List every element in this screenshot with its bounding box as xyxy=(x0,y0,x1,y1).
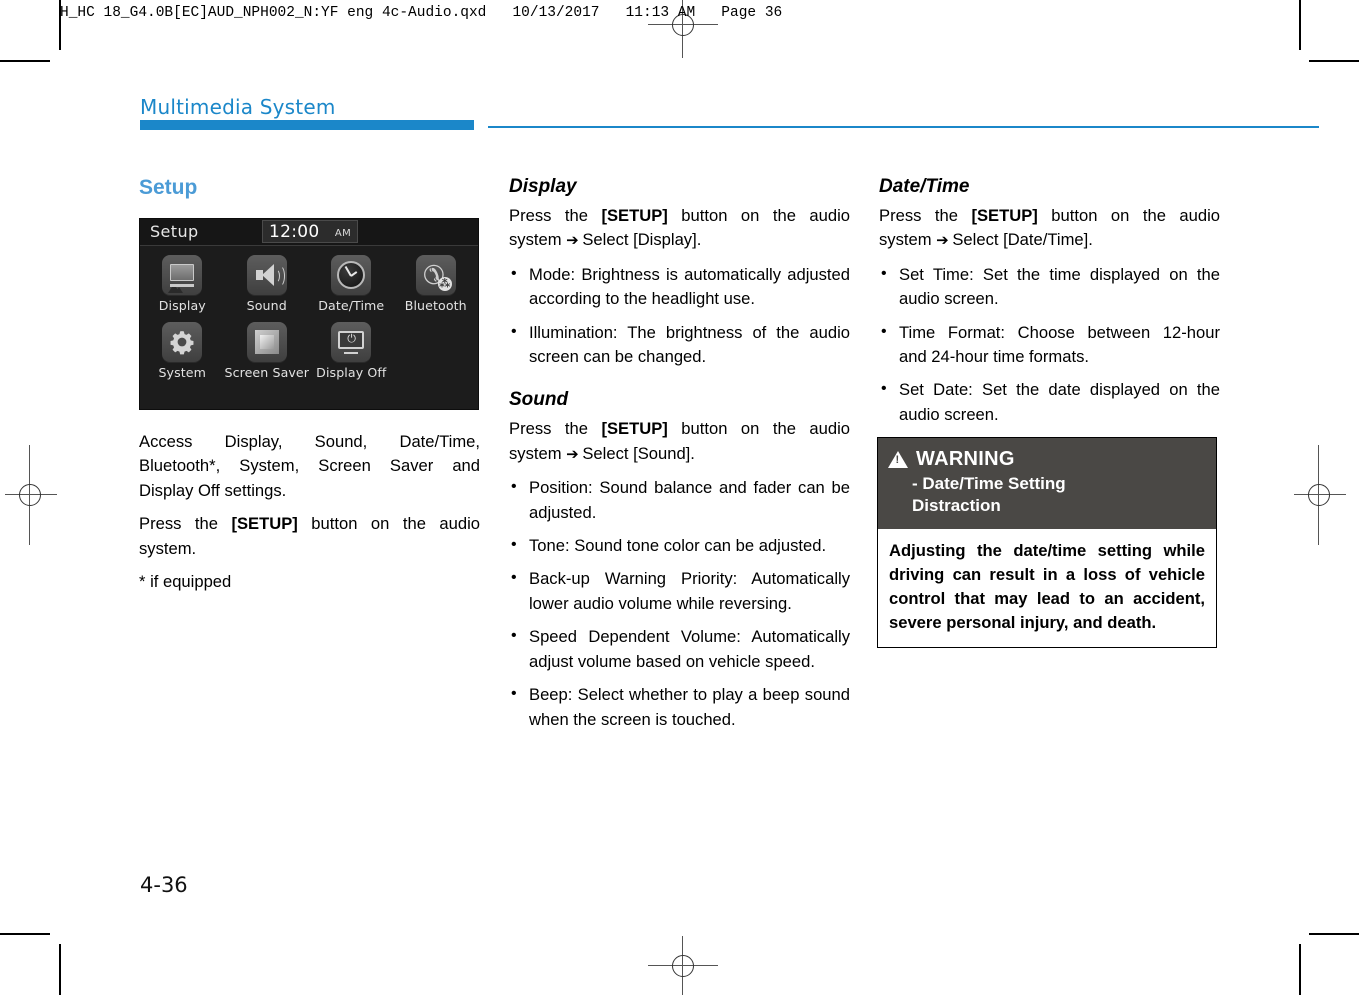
audio-setup-screen-figure: Setup 12:00 AM Display Sound Date/Time ✆… xyxy=(139,218,479,410)
screen-title: Setup xyxy=(150,222,199,241)
registration-mark-left xyxy=(5,445,65,545)
registration-mark-right xyxy=(1294,445,1354,545)
column-right: Date/Time Press the [SETUP] button on th… xyxy=(879,176,1220,436)
list-item: Set Time: Set the time displayed on the … xyxy=(879,262,1220,312)
page-number: 4-36 xyxy=(140,873,188,897)
screen-tile-label: Date/Time xyxy=(318,298,385,313)
display-press-paragraph: Press the [SETUP] button on the audio sy… xyxy=(509,204,850,254)
warning-subtitle: - Date/Time Setting Distraction xyxy=(888,473,1206,517)
screen-tile-label: Bluetooth xyxy=(404,298,467,313)
section-heading-sound: Sound xyxy=(509,389,569,411)
press-before: Press the xyxy=(509,419,602,439)
arrow-icon: ➔ xyxy=(566,445,579,463)
section-heading-datetime: Date/Time xyxy=(879,176,970,197)
list-item: Time Format: Choose between 12-hour and … xyxy=(879,320,1220,370)
warning-title: WARNING xyxy=(916,448,1015,470)
running-head-bar xyxy=(140,120,474,130)
sound-bullet-list: Position: Sound balance and fader can be… xyxy=(509,475,850,732)
screen-tile-label: Display xyxy=(158,298,206,313)
list-item: Back-up Warning Priority: Automatically … xyxy=(509,566,850,616)
screen-title-bar: Setup 12:00 AM xyxy=(140,219,478,246)
press-before: Press the xyxy=(879,206,972,225)
screen-tile-screen-saver[interactable]: Screen Saver xyxy=(224,313,309,380)
press-bold: [SETUP] xyxy=(971,206,1038,225)
gear-icon xyxy=(162,322,203,362)
press-tail: Select [Date/Time]. xyxy=(947,230,1093,250)
crop-mark-bottom-left-horizontal xyxy=(0,933,50,935)
list-item: Position: Sound balance and fader can be… xyxy=(509,475,850,525)
press-tail: Select [Display]. xyxy=(577,230,702,250)
warning-subtitle-line-2: Distraction xyxy=(912,496,1001,515)
screen-tile-row-1: Display Sound Date/Time ✆ ⁂ Bluetooth xyxy=(140,246,478,313)
list-item: Beep: Select whether to play a beep soun… xyxy=(509,682,850,732)
display-bullet-list: Mode: Brightness is automatically adjust… xyxy=(509,262,850,370)
sound-press-paragraph: Press the [SETUP] button on the audio sy… xyxy=(509,417,850,467)
screen-tile-label: Display Off xyxy=(316,365,387,380)
crop-mark-top-right-vertical xyxy=(1299,0,1301,50)
left-paragraph-press: Press the [SETUP] button on the audio sy… xyxy=(139,512,480,561)
arrow-icon: ➔ xyxy=(936,232,949,250)
list-item: Illumination: The brightness of the audi… xyxy=(509,320,850,370)
list-item: Mode: Brightness is automatically adjust… xyxy=(509,262,850,312)
warning-title-row: WARNING xyxy=(888,448,1206,471)
press-bold: [SETUP] xyxy=(601,206,668,225)
press-before: Press the xyxy=(139,514,232,534)
gear-icon-svg xyxy=(170,331,194,355)
speaker-icon xyxy=(246,255,287,295)
screen-tile-sound[interactable]: Sound xyxy=(225,246,310,313)
press-bold: [SETUP] xyxy=(231,514,298,534)
screen-tile-empty xyxy=(394,313,478,380)
crop-mark-top-right-horizontal xyxy=(1309,60,1359,62)
screen-tile-label: System xyxy=(158,365,207,380)
warning-body-text: Adjusting the date/time setting while dr… xyxy=(889,541,1205,632)
list-item: Speed Dependent Volume: Automatically ad… xyxy=(509,624,850,674)
screen-tile-datetime[interactable]: Date/Time xyxy=(309,246,394,313)
screen-clock-ampm: AM xyxy=(334,228,351,239)
registration-mark-bottom-center xyxy=(648,936,718,995)
column-middle: Display Press the [SETUP] button on the … xyxy=(509,176,850,741)
warning-subtitle-line-1: - Date/Time Setting xyxy=(912,474,1066,493)
press-bold: [SETUP] xyxy=(601,419,668,439)
monitor-power-icon: ⏻ xyxy=(331,322,372,362)
list-item: Set Date: Set the date displayed on the … xyxy=(879,377,1220,427)
running-head-rule xyxy=(488,126,1319,128)
crop-mark-bottom-right-horizontal xyxy=(1309,933,1359,935)
crop-mark-bottom-right-vertical xyxy=(1299,944,1301,995)
screen-tile-label: Sound xyxy=(246,298,287,313)
datetime-bullet-list: Set Time: Set the time displayed on the … xyxy=(879,262,1220,427)
screen-tile-row-2: System Screen Saver ⏻ Display Off xyxy=(140,313,478,380)
crop-mark-bottom-left-vertical xyxy=(59,944,61,995)
press-tail: Select [Sound]. xyxy=(577,443,695,463)
screen-tile-grid: Display Sound Date/Time ✆ ⁂ Bluetooth Sy… xyxy=(140,246,478,380)
left-paragraph-access: Access Display, Sound, Date/Time, Blueto… xyxy=(139,432,480,500)
clock-icon xyxy=(331,255,372,295)
warning-triangle-icon xyxy=(888,451,908,468)
list-item: Tone: Sound tone color can be adjusted. xyxy=(509,533,850,558)
column-left: Setup Setup 12:00 AM Display Sound Date/… xyxy=(139,176,480,603)
screen-tile-display-off[interactable]: ⏻ Display Off xyxy=(309,313,393,380)
bluetooth-handset-icon: ✆ ⁂ xyxy=(415,255,456,295)
prepress-header-text: H_HC 18_G4.0B[EC]AUD_NPH002_N:YF eng 4c-… xyxy=(60,5,783,21)
section-heading-display: Display xyxy=(509,176,577,197)
screen-clock[interactable]: 12:00 AM xyxy=(262,220,358,243)
section-heading-setup: Setup xyxy=(139,176,198,199)
datetime-press-paragraph: Press the [SETUP] button on the audio sy… xyxy=(879,204,1220,254)
warning-box-header: WARNING - Date/Time Setting Distraction xyxy=(878,438,1216,529)
arrow-icon: ➔ xyxy=(566,232,579,250)
left-paragraph-footnote: * if equipped xyxy=(139,572,232,592)
crop-mark-top-left-horizontal xyxy=(0,60,50,62)
picture-monitor-icon xyxy=(162,255,203,295)
screen-tile-display[interactable]: Display xyxy=(140,246,225,313)
screen-tile-bluetooth[interactable]: ✆ ⁂ Bluetooth xyxy=(394,246,479,313)
square-frame-icon xyxy=(246,322,287,362)
warning-box: WARNING - Date/Time Setting Distraction … xyxy=(877,437,1217,648)
screen-tile-system[interactable]: System xyxy=(140,313,224,380)
screen-clock-time: 12:00 xyxy=(269,222,320,242)
press-before: Press the xyxy=(509,206,602,225)
screen-tile-label: Screen Saver xyxy=(224,365,310,380)
running-head-title: Multimedia System xyxy=(140,95,336,119)
